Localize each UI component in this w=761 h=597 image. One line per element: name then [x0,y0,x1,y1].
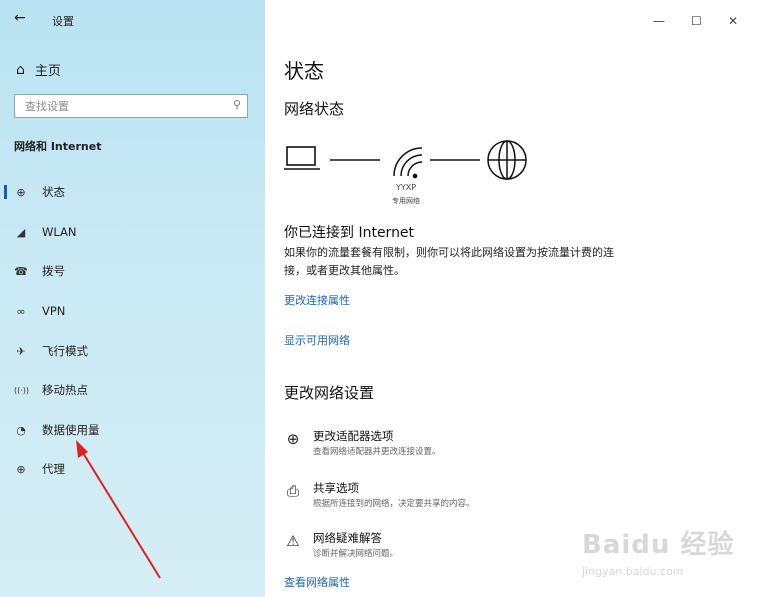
sidebar-item-label: 代理 [42,462,65,476]
laptop-icon [284,146,320,170]
main-content: — ☐ ✕ 状态 网络状态 YYXP 专用网络 你已连接到 Internet 如… [265,0,761,597]
sidebar-item-label: 移动热点 [42,383,88,397]
minimize-button[interactable]: — [653,14,665,28]
window-title: 设置 [52,15,74,28]
sidebar-item-label: 拨号 [42,264,65,278]
option-title: 共享选项 [313,481,359,495]
option-title: 网络疑难解答 [313,531,382,545]
warning-icon: ⚠ [286,532,300,550]
option-subtitle: 诊断并解决网络问题。 [313,549,399,559]
globe-icon [487,140,527,180]
sidebar-item-airplane-mode[interactable]: ✈ 飞行模式 [0,336,265,366]
section-title: 网络和 Internet [14,140,102,153]
search-input[interactable] [23,95,227,118]
network-status-heading: 网络状态 [284,100,345,118]
hotspot-icon: ((·)) [14,385,30,395]
adapter-options-item[interactable]: ⊕ 更改适配器选项 查看网络适配器并更改连接设置。 [284,428,584,468]
sidebar-item-label: WLAN [42,225,77,239]
search-box[interactable]: ⚲ [14,94,248,118]
option-title: 更改适配器选项 [313,429,394,443]
sidebar-item-data-usage[interactable]: ◔ 数据使用量 [0,415,265,445]
title-bar: ← 设置 [0,0,265,40]
sidebar: ← 设置 ⌂ 主页 ⚲ 网络和 Internet ⊕ 状态 ◢ WLAN ☎ 拨… [0,0,265,597]
sidebar-item-proxy[interactable]: ⊕ 代理 [0,454,265,484]
proxy-icon: ⊕ [16,462,26,476]
globe-filled-icon: ⊕ [16,185,26,199]
vpn-icon: ∞ [16,304,26,318]
network-ssid: YYXP [395,183,417,192]
sidebar-item-label: 飞行模式 [42,344,88,358]
home-nav-item[interactable]: ⌂ 主页 [16,60,61,80]
adapter-icon: ⊕ [286,430,300,448]
option-subtitle: 根据所连接到的网络，决定要共享的内容。 [313,499,475,509]
sidebar-item-hotspot[interactable]: ((·)) 移动热点 [0,375,265,405]
dialup-icon: ☎ [14,264,28,278]
data-usage-icon: ◔ [16,423,26,437]
troubleshooter-item[interactable]: ⚠ 网络疑难解答 诊断并解决网络问题。 [284,530,584,570]
view-network-properties-link[interactable]: 查看网络属性 [284,574,350,590]
wifi-signal-icon [393,147,423,179]
sidebar-item-status[interactable]: ⊕ 状态 [0,177,265,207]
network-type: 专用网络 [392,197,420,205]
home-icon: ⌂ [16,61,25,78]
connection-status-text: 你已连接到 Internet [284,225,415,241]
watermark-logo: Baidu 经验 [582,530,735,560]
home-label: 主页 [34,64,61,79]
sidebar-item-dialup[interactable]: ☎ 拨号 [0,256,265,286]
wifi-icon: ◢ [16,225,26,239]
page-title: 状态 [284,59,324,83]
metered-description: 如果你的流量套餐有限制，则你可以将此网络设置为按流量计费的连接，或者更改其他属性… [284,246,614,277]
sidebar-item-label: 状态 [42,185,65,199]
change-connection-properties-link[interactable]: 更改连接属性 [284,292,350,308]
change-network-settings-heading: 更改网络设置 [284,384,375,402]
show-available-networks-link[interactable]: 显示可用网络 [284,332,350,348]
sidebar-item-vpn[interactable]: ∞ VPN [0,296,265,326]
option-subtitle: 查看网络适配器并更改连接设置。 [313,447,441,457]
back-arrow-icon[interactable]: ← [14,10,26,26]
sidebar-item-wlan[interactable]: ◢ WLAN [0,217,265,247]
maximize-button[interactable]: ☐ [691,14,702,28]
sidebar-item-label: 数据使用量 [42,423,100,437]
sidebar-item-label: VPN [42,304,66,318]
network-diagram [284,140,527,180]
watermark-url: jingyan.baidu.com [582,565,684,578]
search-icon[interactable]: ⚲ [233,98,241,111]
close-button[interactable]: ✕ [728,14,738,28]
sharing-icon: ⎙ [286,482,299,500]
airplane-icon: ✈ [16,344,26,358]
sharing-options-item[interactable]: ⎙ 共享选项 根据所连接到的网络，决定要共享的内容。 [284,480,584,520]
